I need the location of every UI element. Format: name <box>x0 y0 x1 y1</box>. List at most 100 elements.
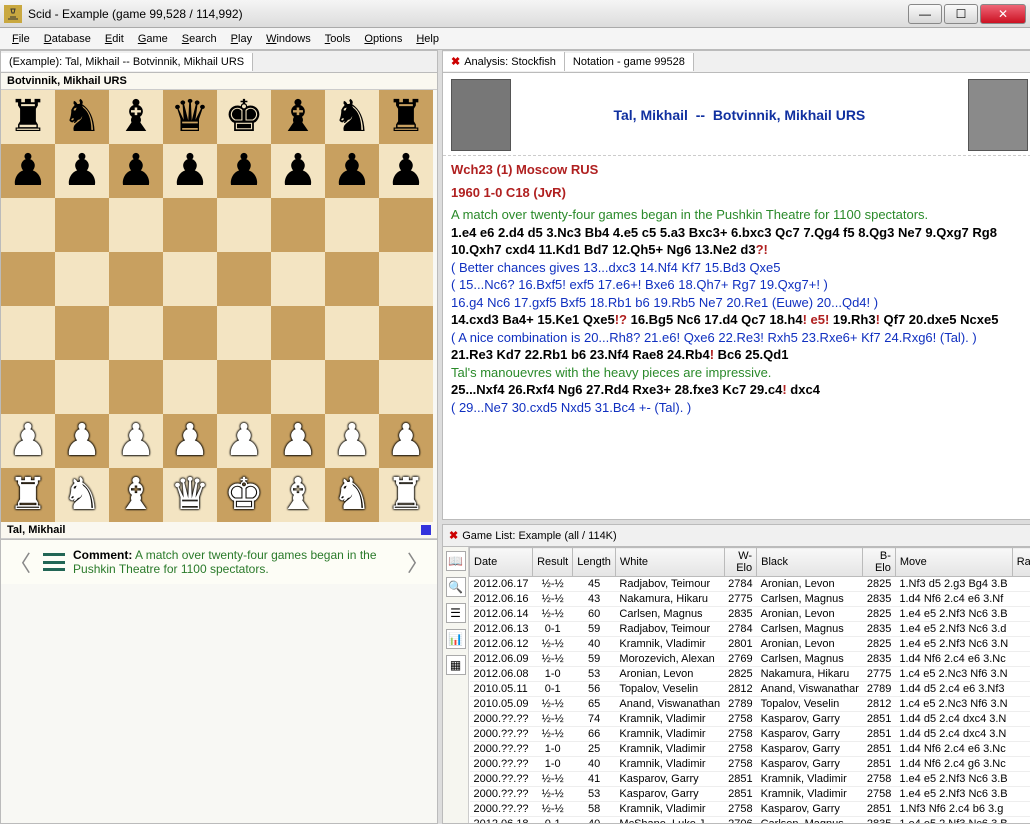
menu-database[interactable]: Database <box>38 31 97 47</box>
square[interactable]: ♟ <box>109 414 163 468</box>
table-row[interactable]: 2012.06.16½-½43Nakamura, Hikaru2775Carls… <box>470 592 1030 607</box>
menu-file[interactable]: File <box>6 31 36 47</box>
square[interactable]: ♟ <box>163 414 217 468</box>
close-icon[interactable]: ✖ <box>449 529 458 542</box>
table-row[interactable]: 2012.06.14½-½60Carlsen, Magnus2835Aronia… <box>470 607 1030 622</box>
piece[interactable]: ♚ <box>224 473 263 517</box>
square[interactable] <box>271 360 325 414</box>
square[interactable] <box>109 360 163 414</box>
zoom-icon[interactable]: 🔍 <box>446 577 466 597</box>
next-move-button[interactable]: 〉 <box>403 546 433 578</box>
piece[interactable]: ♞ <box>62 473 101 517</box>
piece[interactable]: ♜ <box>386 95 425 139</box>
square[interactable] <box>325 360 379 414</box>
square[interactable] <box>1 360 55 414</box>
piece[interactable]: ♟ <box>116 419 155 463</box>
square[interactable]: ♝ <box>109 468 163 522</box>
col-w-elo[interactable]: W-Elo <box>724 548 756 577</box>
square[interactable]: ♞ <box>325 468 379 522</box>
piece[interactable]: ♟ <box>8 419 47 463</box>
piece[interactable]: ♟ <box>332 149 371 193</box>
table-row[interactable]: 2010.05.09½-½65Anand, Viswanathan2789Top… <box>470 697 1030 712</box>
lines-icon[interactable] <box>43 553 65 571</box>
square[interactable] <box>325 198 379 252</box>
piece[interactable]: ♜ <box>386 473 425 517</box>
square[interactable] <box>379 360 433 414</box>
piece[interactable]: ♟ <box>278 149 317 193</box>
piece[interactable]: ♟ <box>170 149 209 193</box>
square[interactable] <box>163 252 217 306</box>
menu-options[interactable]: Options <box>358 31 408 47</box>
col-date[interactable]: Date <box>470 548 533 577</box>
square[interactable]: ♛ <box>163 468 217 522</box>
square[interactable]: ♞ <box>55 468 109 522</box>
piece[interactable]: ♜ <box>8 473 47 517</box>
piece[interactable]: ♟ <box>224 419 263 463</box>
piece[interactable]: ♝ <box>116 95 155 139</box>
piece[interactable]: ♞ <box>332 95 371 139</box>
chessboard[interactable]: ♜♞♝♛♚♝♞♜♟♟♟♟♟♟♟♟♟♟♟♟♟♟♟♟♜♞♝♛♚♝♞♜ <box>1 90 433 522</box>
table-row[interactable]: 2000.??.??½-½66Kramnik, Vladimir2758Kasp… <box>470 727 1030 742</box>
list-icon[interactable]: ☰ <box>446 603 466 623</box>
square[interactable]: ♟ <box>217 144 271 198</box>
square[interactable]: ♝ <box>109 90 163 144</box>
piece[interactable]: ♜ <box>8 95 47 139</box>
piece[interactable]: ♟ <box>386 149 425 193</box>
tab-analysis[interactable]: ✖Analysis: Stockfish <box>443 52 565 71</box>
square[interactable] <box>109 198 163 252</box>
square[interactable] <box>55 198 109 252</box>
square[interactable]: ♟ <box>379 414 433 468</box>
square[interactable]: ♜ <box>1 90 55 144</box>
piece[interactable]: ♟ <box>278 419 317 463</box>
square[interactable] <box>109 306 163 360</box>
square[interactable] <box>325 306 379 360</box>
square[interactable]: ♟ <box>1 414 55 468</box>
square[interactable] <box>55 360 109 414</box>
square[interactable] <box>163 360 217 414</box>
table-row[interactable]: 2000.??.??½-½53Kasparov, Garry2851Kramni… <box>470 787 1030 802</box>
square[interactable] <box>1 198 55 252</box>
table-row[interactable]: 2012.06.130-159Radjabov, Teimour2784Carl… <box>470 622 1030 637</box>
square[interactable]: ♝ <box>271 90 325 144</box>
table-row[interactable]: 2010.05.110-156Topalov, Veselin2812Anand… <box>470 682 1030 697</box>
board-tab[interactable]: (Example): Tal, Mikhail -- Botvinnik, Mi… <box>1 53 253 71</box>
square[interactable]: ♚ <box>217 468 271 522</box>
square[interactable] <box>1 306 55 360</box>
square[interactable]: ♟ <box>55 144 109 198</box>
square[interactable] <box>325 252 379 306</box>
menu-windows[interactable]: Windows <box>260 31 317 47</box>
col-move[interactable]: Move <box>895 548 1012 577</box>
square[interactable] <box>163 198 217 252</box>
piece[interactable]: ♝ <box>116 473 155 517</box>
game-list-table[interactable]: DateResultLengthWhiteW-EloBlackB-EloMove… <box>469 547 1030 823</box>
square[interactable] <box>217 306 271 360</box>
square[interactable]: ♝ <box>271 468 325 522</box>
square[interactable]: ♜ <box>379 90 433 144</box>
square[interactable]: ♟ <box>109 144 163 198</box>
notation-body[interactable]: A match over twenty-four games began in … <box>443 202 1030 425</box>
col-b-elo[interactable]: B-Elo <box>863 548 895 577</box>
square[interactable]: ♟ <box>379 144 433 198</box>
square[interactable] <box>163 306 217 360</box>
close-icon[interactable]: ✖ <box>451 55 460 68</box>
col-black[interactable]: Black <box>757 548 863 577</box>
square[interactable]: ♜ <box>1 468 55 522</box>
square[interactable]: ♟ <box>325 414 379 468</box>
piece[interactable]: ♞ <box>62 95 101 139</box>
square[interactable] <box>271 252 325 306</box>
square[interactable] <box>217 360 271 414</box>
square[interactable] <box>379 252 433 306</box>
square[interactable] <box>217 198 271 252</box>
square[interactable] <box>271 198 325 252</box>
piece[interactable]: ♟ <box>332 419 371 463</box>
menu-help[interactable]: Help <box>410 31 445 47</box>
square[interactable] <box>55 252 109 306</box>
close-button[interactable]: ✕ <box>980 4 1026 24</box>
square[interactable] <box>217 252 271 306</box>
piece[interactable]: ♟ <box>224 149 263 193</box>
tab-notation[interactable]: Notation - game 99528 <box>565 53 694 71</box>
square[interactable] <box>271 306 325 360</box>
col-white[interactable]: White <box>615 548 724 577</box>
square[interactable]: ♜ <box>379 468 433 522</box>
table-row[interactable]: 2000.??.??½-½58Kramnik, Vladimir2758Kasp… <box>470 802 1030 817</box>
